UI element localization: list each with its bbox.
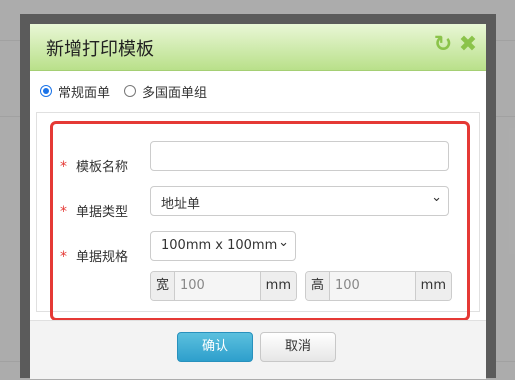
dialog-footer: 确认 取消	[30, 320, 486, 379]
doc-type-select[interactable]: 地址单 ⌄	[150, 186, 449, 216]
confirm-button[interactable]: 确认	[177, 332, 253, 362]
refresh-icon[interactable]: ↻	[432, 33, 454, 57]
height-unit: mm	[414, 272, 451, 300]
dialog-titlebar: 新增打印模板 ↻ ✖	[30, 24, 486, 71]
required-mark: *	[60, 159, 67, 175]
height-input-group: 高 100 mm	[305, 271, 452, 301]
doc-size-value: 100mm x 100mm	[161, 238, 278, 253]
dialog-frame: 新增打印模板 ↻ ✖ 常规面单 多国面单组 * 模板名称 * 单据类型 地址单 …	[20, 14, 496, 379]
add-print-template-dialog: 新增打印模板 ↻ ✖ 常规面单 多国面单组 * 模板名称 * 单据类型 地址单 …	[30, 24, 486, 379]
doc-type-label: 单据类型	[76, 205, 129, 220]
radio-multi-country-label[interactable]: 多国面单组	[124, 82, 207, 101]
template-name-input[interactable]	[150, 141, 449, 171]
close-icon[interactable]: ✖	[457, 33, 479, 57]
template-mode-radios: 常规面单 多国面单组	[40, 81, 221, 101]
dialog-title: 新增打印模板	[46, 39, 154, 60]
required-mark: *	[60, 204, 67, 220]
doc-type-value: 地址单	[161, 197, 201, 212]
radio-regular-label[interactable]: 常规面单	[40, 82, 110, 101]
chevron-down-icon: ⌄	[431, 190, 442, 205]
width-unit: mm	[259, 272, 296, 300]
width-input-group: 宽 100 mm	[150, 271, 297, 301]
radio-multi-country[interactable]	[124, 85, 137, 97]
template-name-label: 模板名称	[76, 160, 129, 175]
radio-regular[interactable]	[40, 85, 52, 97]
width-prefix: 宽	[151, 272, 176, 300]
radio-multi-country-text: 多国面单组	[142, 85, 208, 101]
width-input[interactable]: 100	[175, 272, 260, 300]
required-mark: *	[60, 249, 67, 265]
height-input[interactable]: 100	[330, 272, 415, 300]
height-prefix: 高	[306, 272, 331, 300]
doc-size-select[interactable]: 100mm x 100mm ⌄	[150, 231, 296, 261]
doc-size-label: 单据规格	[76, 250, 129, 265]
cancel-button[interactable]: 取消	[260, 332, 336, 362]
chevron-down-icon: ⌄	[278, 235, 289, 250]
radio-regular-text: 常规面单	[58, 85, 111, 101]
